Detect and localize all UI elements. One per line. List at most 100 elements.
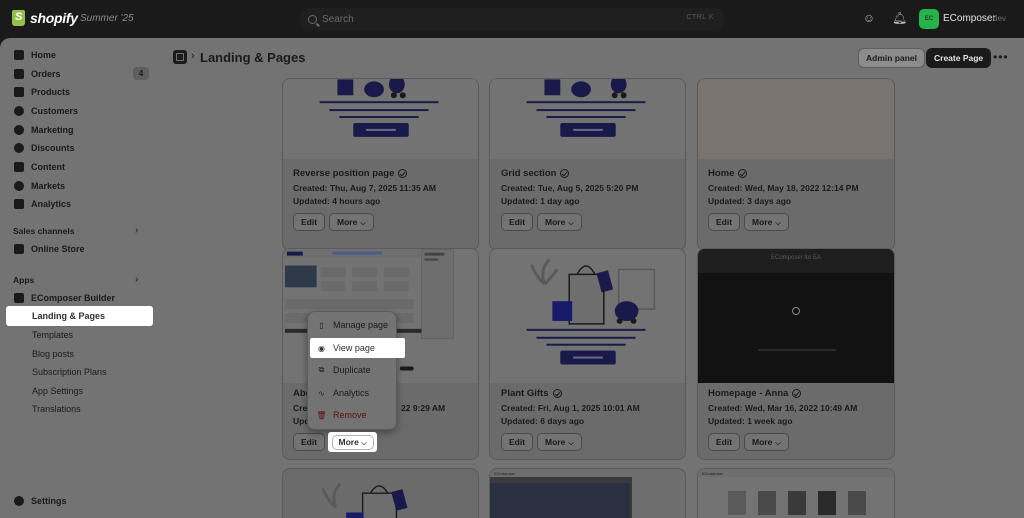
sidebar-item-discounts[interactable]: Discounts: [14, 141, 75, 155]
sidebar-item-content[interactable]: Content: [14, 160, 65, 174]
bell-icon[interactable]: 🔔︎: [892, 11, 907, 25]
edit-button[interactable]: Edit: [501, 433, 534, 451]
sidebar-item-customers[interactable]: Customers: [14, 104, 78, 118]
more-button-highlighted[interactable]: More ⌵: [328, 432, 377, 452]
page-card[interactable]: EComposer: [697, 468, 895, 518]
chevron-down-icon: ⌵: [775, 440, 781, 447]
breadcrumb-chevron-icon: ›: [191, 50, 195, 62]
page-card[interactable]: [282, 468, 479, 518]
sidebar: Home Orders 4 Products Customers Marketi…: [0, 38, 160, 518]
edit-button[interactable]: Edit: [293, 433, 326, 451]
more-button[interactable]: More ⌵: [537, 213, 582, 231]
card-created: Created: Wed, May 18, 2022 12:14 PM: [708, 183, 859, 193]
sidebar-item-online-store[interactable]: Online Store: [14, 242, 85, 256]
menu-item-duplicate[interactable]: ⧉ Duplicate: [315, 360, 391, 380]
store-avatar[interactable]: EC: [919, 9, 939, 29]
store-suffix: dev: [993, 14, 1006, 23]
brand-name: shopify: [30, 10, 78, 26]
menu-item-manage-page[interactable]: ▯ Manage page: [315, 315, 391, 335]
search-placeholder: Search: [322, 13, 354, 25]
sidebar-item-analytics[interactable]: Analytics: [14, 197, 71, 211]
products-icon: [14, 87, 24, 97]
menu-item-remove[interactable]: 🗑︎ Remove: [315, 405, 391, 425]
page-thumbnail[interactable]: [490, 249, 685, 383]
chevron-down-icon: ⌵: [568, 220, 574, 227]
card-created-tail: 22 9:29 AM: [401, 403, 446, 413]
page-thumbnail[interactable]: EComposer: [490, 469, 685, 518]
more-actions-menu: ▯ Manage page ◉ View page ⧉ Duplicate ∿ Anal…: [307, 311, 405, 430]
more-actions-icon[interactable]: •••: [993, 50, 1009, 64]
page-card[interactable]: EComposer: [489, 468, 686, 518]
page-icon: ▯: [319, 320, 324, 330]
sidebar-subitem-subscription-plans[interactable]: Subscription Plans: [32, 367, 107, 377]
apps-heading[interactable]: Apps: [13, 275, 34, 285]
published-check-icon: [560, 169, 570, 178]
sidebar-subitem-app-settings[interactable]: App Settings: [32, 386, 83, 396]
edit-button[interactable]: Edit: [708, 433, 741, 451]
shopify-logo[interactable]: shopify: [12, 10, 78, 26]
sidebar-item-orders[interactable]: Orders: [14, 67, 61, 81]
edit-button[interactable]: Edit: [708, 213, 741, 231]
ecomposer-app-icon: [14, 293, 24, 303]
play-icon: [792, 307, 800, 315]
customers-icon: [14, 106, 24, 116]
sidebar-item-markets[interactable]: Markets: [14, 179, 65, 193]
card-created: Created: Fri, Aug 1, 2025 10:01 AM: [501, 403, 640, 413]
sidebar-subitem-templates[interactable]: Templates: [32, 330, 73, 340]
menu-item-view-page[interactable]: ◉ View page: [310, 338, 405, 358]
more-button[interactable]: More ⌵: [537, 433, 582, 451]
more-button[interactable]: More ⌵: [744, 433, 789, 451]
card-updated: Updated: 4 hours ago: [293, 196, 381, 206]
card-title: Grid section: [501, 168, 570, 179]
page-card[interactable]: [489, 248, 686, 460]
ecomposer-app-icon[interactable]: [173, 50, 187, 64]
sidebar-item-marketing[interactable]: Marketing: [14, 123, 74, 137]
page-thumbnail[interactable]: EComposer for EA: [698, 249, 894, 383]
page-thumbnail[interactable]: EComposer: [698, 469, 894, 518]
sidebar-item-ecomposer-builder[interactable]: EComposer Builder: [14, 291, 115, 305]
chevron-right-icon[interactable]: ›: [135, 225, 138, 236]
card-title: Reverse position page: [293, 168, 408, 179]
chevron-right-icon[interactable]: ›: [135, 274, 138, 285]
sidebar-item-products[interactable]: Products: [14, 85, 70, 99]
card-title: Plant Gifts: [501, 388, 562, 399]
edit-button[interactable]: Edit: [293, 213, 326, 231]
home-icon: [14, 50, 24, 60]
card-created: Created: Wed, Mar 16, 2022 10:49 AM: [708, 403, 858, 413]
sidebar-subitem-landing-pages[interactable]: Landing & Pages: [6, 306, 153, 326]
gift-illustration: [526, 79, 646, 137]
more-button[interactable]: More ⌵: [744, 213, 789, 231]
page-card[interactable]: EComposer for EA: [697, 248, 895, 460]
page-title: Landing & Pages: [200, 50, 306, 65]
card-title: Homepage - Anna: [708, 388, 802, 399]
edit-button[interactable]: Edit: [501, 213, 534, 231]
chevron-down-icon: ⌵: [360, 220, 366, 227]
sidebar-subitem-blog-posts[interactable]: Blog posts: [32, 349, 74, 359]
published-check-icon: [552, 389, 562, 398]
create-page-button[interactable]: Create Page: [926, 48, 992, 68]
sidekick-icon[interactable]: ☺: [862, 11, 876, 25]
search-input[interactable]: Search CTRL K: [300, 8, 724, 30]
top-bar: shopify Summer '25 Search CTRL K ☺ 🔔︎ EC…: [0, 0, 1024, 38]
store-icon: [14, 244, 24, 254]
markets-icon: [14, 181, 24, 191]
page-thumbnail[interactable]: [490, 79, 685, 159]
marketing-icon: [14, 125, 24, 135]
gift-illustration: [526, 258, 656, 365]
sidebar-item-settings[interactable]: Settings: [14, 494, 67, 508]
page-thumbnail[interactable]: [283, 79, 478, 159]
page-thumbnail[interactable]: [698, 79, 894, 159]
menu-item-analytics[interactable]: ∿ Analytics: [315, 383, 391, 403]
sidebar-item-home[interactable]: Home: [14, 48, 56, 62]
published-check-icon: [792, 389, 802, 398]
store-name[interactable]: EComposer: [943, 13, 996, 24]
card-updated: Updated: 6 days ago: [501, 416, 585, 426]
admin-panel-button[interactable]: Admin panel: [858, 48, 926, 68]
sales-channels-heading[interactable]: Sales channels: [13, 226, 74, 236]
gift-illustration: [319, 79, 439, 137]
more-button[interactable]: More ⌵: [329, 213, 374, 231]
content-icon: [14, 162, 24, 172]
orders-icon: [14, 69, 24, 79]
thumbnail-store-title: EComposer for EA: [770, 255, 822, 261]
sidebar-subitem-translations[interactable]: Translations: [32, 404, 81, 414]
